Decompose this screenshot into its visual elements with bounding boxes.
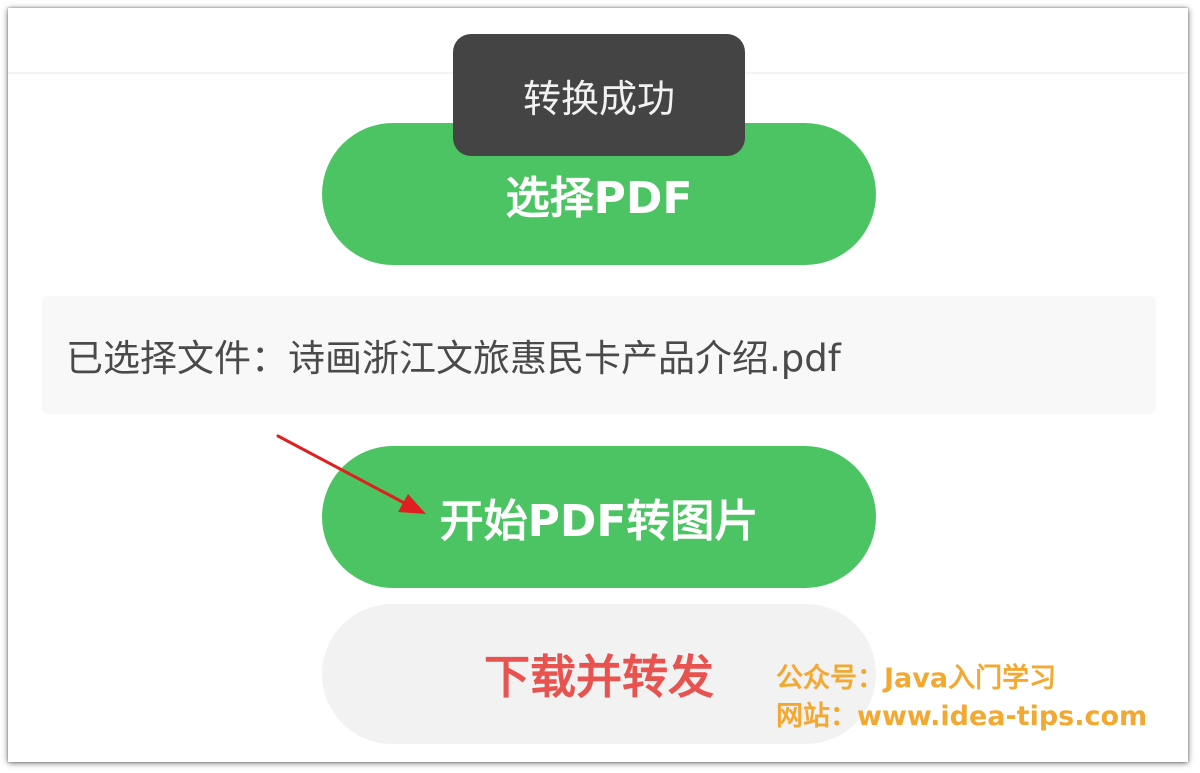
watermark-line-2: 网站：www.idea-tips.com [776,701,1148,732]
selected-file-info: 已选择文件：诗画浙江文旅惠民卡产品介绍.pdf [42,296,1156,414]
screenshot-frame: 转换成功 选择PDF 已选择文件：诗画浙江文旅惠民卡产品介绍.pdf 开始PDF… [8,8,1188,762]
select-pdf-label: 选择PDF [505,173,693,224]
watermark: 公众号：Java入门学习 网站：www.idea-tips.com [776,660,1147,736]
success-toast: 转换成功 [453,34,745,156]
download-share-label: 下载并转发 [484,650,714,704]
selected-file-text: 已选择文件：诗画浙江文旅惠民卡产品介绍.pdf [66,337,841,380]
toast-text: 转换成功 [522,76,675,121]
annotation-arrow-icon [276,434,426,514]
start-convert-label: 开始PDF转图片 [439,496,759,547]
watermark-line-1: 公众号：Java入门学习 [776,663,1057,694]
